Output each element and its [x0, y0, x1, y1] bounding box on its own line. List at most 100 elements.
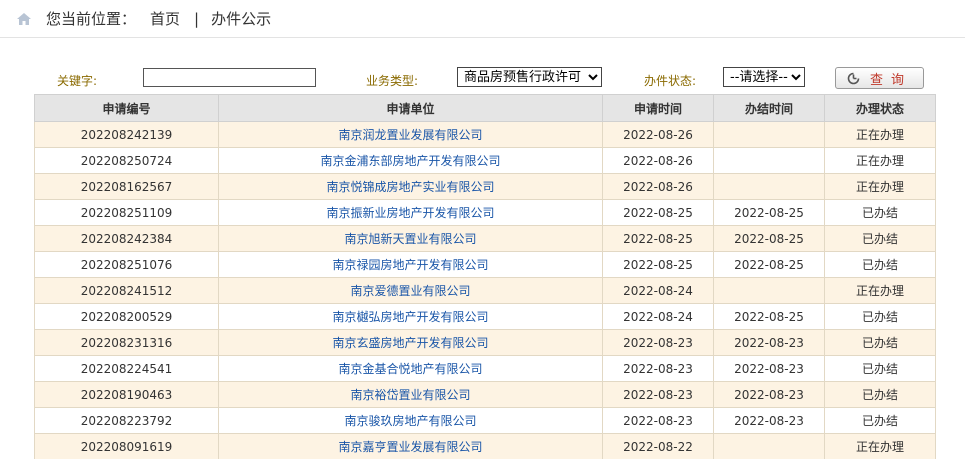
table-row[interactable]: 202208231316 南京玄盛房地产开发有限公司 2022-08-23 2022-…: [34, 329, 936, 356]
cell-status: 已办结: [824, 199, 936, 226]
cell-applicant[interactable]: 南京悦锦成房地产实业有限公司: [218, 173, 603, 200]
business-type-label: 业务类型:: [366, 74, 419, 88]
cell-status: 已办结: [824, 303, 936, 330]
cell-finish-date: 2022-08-23: [713, 329, 825, 356]
cell-finish-date: [713, 433, 825, 459]
cell-finish-date: 2022-08-25: [713, 225, 825, 252]
cell-apply-date: 2022-08-22: [602, 433, 714, 459]
header-finish-date: 办结时间: [713, 94, 825, 122]
table-row[interactable]: 202208242139 南京润龙置业发展有限公司 2022-08-26 正在办理: [34, 121, 936, 148]
cell-apply-date: 2022-08-23: [602, 381, 714, 408]
cell-apply-date: 2022-08-26: [602, 121, 714, 148]
keyword-label: 关键字:: [57, 74, 98, 88]
cell-status: 已办结: [824, 381, 936, 408]
cell-application-no: 202208251076: [34, 251, 219, 278]
cell-application-no: 202208223792: [34, 407, 219, 434]
keyword-input[interactable]: [143, 68, 316, 87]
cell-applicant[interactable]: 南京爱德置业有限公司: [218, 277, 603, 304]
search-icon: [847, 72, 860, 84]
cell-apply-date: 2022-08-24: [602, 303, 714, 330]
business-type-select[interactable]: 商品房预售行政许可: [457, 67, 602, 87]
cell-apply-date: 2022-08-25: [602, 251, 714, 278]
cell-finish-date: [713, 277, 825, 304]
table-row[interactable]: 202208190463 南京裕岱置业有限公司 2022-08-23 2022-08-…: [34, 381, 936, 408]
cell-finish-date: 2022-08-25: [713, 251, 825, 278]
cell-applicant[interactable]: 南京金基合悦地产有限公司: [218, 355, 603, 382]
table-row[interactable]: 202208224541 南京金基合悦地产有限公司 2022-08-23 2022-0…: [34, 355, 936, 382]
cell-finish-date: 2022-08-25: [713, 199, 825, 226]
table-row[interactable]: 202208251076 南京禄园房地产开发有限公司 2022-08-25 2022-…: [34, 251, 936, 278]
cell-status: 正在办理: [824, 433, 936, 459]
cell-applicant[interactable]: 南京玄盛房地产开发有限公司: [218, 329, 603, 356]
cell-apply-date: 2022-08-23: [602, 407, 714, 434]
cell-applicant[interactable]: 南京嘉亨置业发展有限公司: [218, 433, 603, 459]
table-body: 202208242139 南京润龙置业发展有限公司 2022-08-26 正在办理 20…: [34, 121, 936, 459]
table-row[interactable]: 202208162567 南京悦锦成房地产实业有限公司 2022-08-26 正在办理: [34, 173, 936, 200]
cell-application-no: 202208242139: [34, 121, 219, 148]
cell-finish-date: 2022-08-25: [713, 303, 825, 330]
cell-application-no: 202208091619: [34, 433, 219, 459]
main-content: 关键字: 业务类型: 商品房预售行政许可 办件状态: --请选择-- 查询 申请…: [0, 39, 965, 459]
cell-application-no: 202208200529: [34, 303, 219, 330]
table-header-row: 申请编号 申请单位 申请时间 办结时间 办理状态: [34, 94, 936, 122]
breadcrumb-separator: |: [194, 9, 200, 28]
home-icon: [16, 12, 32, 26]
header-application-no: 申请编号: [34, 94, 219, 122]
table-row[interactable]: 202208251109 南京振新业房地产开发有限公司 2022-08-25 2022…: [34, 199, 936, 226]
header-applicant: 申请单位: [218, 94, 603, 122]
cell-applicant[interactable]: 南京樾弘房地产开发有限公司: [218, 303, 603, 330]
cell-applicant[interactable]: 南京旭新天置业有限公司: [218, 225, 603, 252]
cell-finish-date: 2022-08-23: [713, 355, 825, 382]
table-row[interactable]: 202208250724 南京金浦东部房地产开发有限公司 2022-08-26 正在办…: [34, 147, 936, 174]
cell-apply-date: 2022-08-26: [602, 173, 714, 200]
breadcrumb-label: 您当前位置：: [46, 10, 137, 28]
cell-application-no: 202208242384: [34, 225, 219, 252]
table-row[interactable]: 202208241512 南京爱德置业有限公司 2022-08-24 正在办理: [34, 277, 936, 304]
cell-applicant[interactable]: 南京禄园房地产开发有限公司: [218, 251, 603, 278]
cell-apply-date: 2022-08-25: [602, 199, 714, 226]
cell-applicant[interactable]: 南京骏玖房地产有限公司: [218, 407, 603, 434]
table-row[interactable]: 202208242384 南京旭新天置业有限公司 2022-08-25 2022-08…: [34, 225, 936, 252]
breadcrumb-current: 办件公示: [211, 10, 272, 28]
table-row[interactable]: 202208200529 南京樾弘房地产开发有限公司 2022-08-24 2022-…: [34, 303, 936, 330]
cell-finish-date: 2022-08-23: [713, 407, 825, 434]
status-select[interactable]: --请选择--: [723, 67, 805, 87]
cell-finish-date: [713, 173, 825, 200]
cell-apply-date: 2022-08-26: [602, 147, 714, 174]
cell-status: 已办结: [824, 251, 936, 278]
cell-status: 已办结: [824, 329, 936, 356]
cell-application-no: 202208224541: [34, 355, 219, 382]
cell-application-no: 202208190463: [34, 381, 219, 408]
cell-finish-date: [713, 147, 825, 174]
table-row[interactable]: 202208091619 南京嘉亨置业发展有限公司 2022-08-22 正在办理: [34, 433, 936, 459]
cell-status: 正在办理: [824, 173, 936, 200]
status-label: 办件状态:: [644, 74, 697, 88]
cell-application-no: 202208250724: [34, 147, 219, 174]
cell-apply-date: 2022-08-23: [602, 355, 714, 382]
breadcrumb: 您当前位置： 首页 | 办件公示: [0, 0, 965, 38]
query-button-label: 查询: [869, 72, 912, 88]
cell-application-no: 202208162567: [34, 173, 219, 200]
cell-application-no: 202208231316: [34, 329, 219, 356]
header-status: 办理状态: [824, 94, 936, 122]
results-table: 申请编号 申请单位 申请时间 办结时间 办理状态 202208242139 南京润…: [34, 94, 936, 459]
cell-applicant[interactable]: 南京振新业房地产开发有限公司: [218, 199, 603, 226]
cell-applicant[interactable]: 南京裕岱置业有限公司: [218, 381, 603, 408]
cell-apply-date: 2022-08-23: [602, 329, 714, 356]
cell-status: 已办结: [824, 407, 936, 434]
cell-status: 已办结: [824, 355, 936, 382]
query-button[interactable]: 查询: [835, 67, 924, 89]
cell-apply-date: 2022-08-25: [602, 225, 714, 252]
cell-finish-date: 2022-08-23: [713, 381, 825, 408]
header-apply-date: 申请时间: [602, 94, 714, 122]
cell-applicant[interactable]: 南京润龙置业发展有限公司: [218, 121, 603, 148]
cell-applicant[interactable]: 南京金浦东部房地产开发有限公司: [218, 147, 603, 174]
cell-status: 正在办理: [824, 277, 936, 304]
cell-application-no: 202208251109: [34, 199, 219, 226]
cell-apply-date: 2022-08-24: [602, 277, 714, 304]
table-row[interactable]: 202208223792 南京骏玖房地产有限公司 2022-08-23 2022-08…: [34, 407, 936, 434]
cell-status: 正在办理: [824, 121, 936, 148]
breadcrumb-home-link[interactable]: 首页: [150, 8, 180, 29]
cell-application-no: 202208241512: [34, 277, 219, 304]
cell-finish-date: [713, 121, 825, 148]
